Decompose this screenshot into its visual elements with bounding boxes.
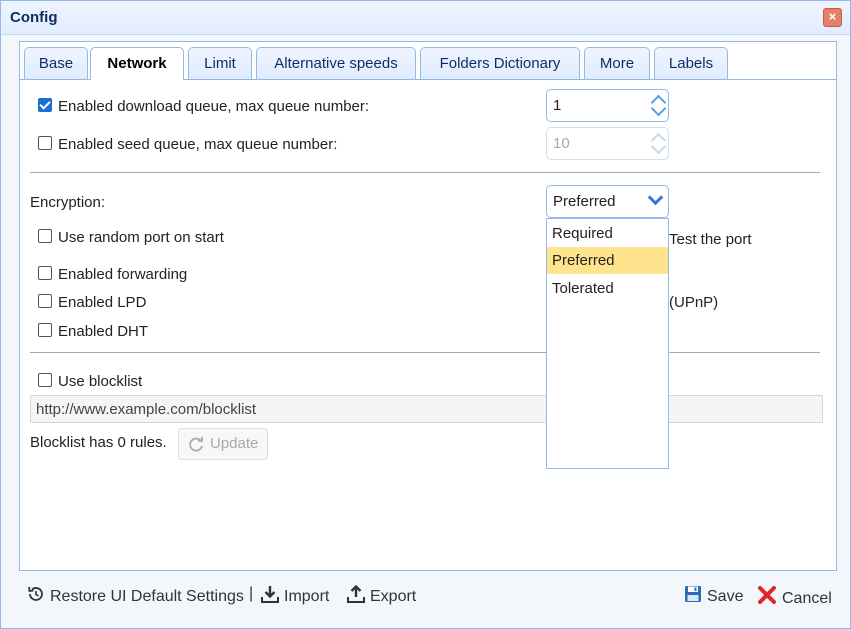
random-port-row: Use random port on start bbox=[38, 229, 224, 246]
random-port-label: Use random port on start bbox=[58, 229, 224, 246]
refresh-icon bbox=[189, 437, 203, 452]
random-port-checkbox[interactable] bbox=[38, 229, 52, 243]
forwarding-row: Enabled forwarding bbox=[38, 266, 187, 283]
encryption-selected-value: Preferred bbox=[553, 193, 616, 210]
save-button[interactable]: Save bbox=[684, 585, 743, 606]
seed-queue-spinner: 10 bbox=[546, 127, 669, 160]
tab-base[interactable]: Base bbox=[24, 47, 88, 79]
close-icon: × bbox=[828, 9, 837, 24]
seed-queue-row: Enabled seed queue, max queue number: bbox=[38, 136, 337, 153]
update-button: Update bbox=[178, 428, 268, 460]
cancel-icon bbox=[758, 586, 776, 604]
tab-folders-dictionary[interactable]: Folders Dictionary bbox=[420, 47, 580, 79]
import-icon bbox=[261, 586, 279, 603]
config-window: Config × Base Network Limit Alternative … bbox=[0, 0, 851, 629]
download-queue-spinner[interactable]: 1 bbox=[546, 89, 669, 122]
cancel-button[interactable]: Cancel bbox=[757, 585, 832, 608]
blocklist-url-value: http://www.example.com/blocklist bbox=[36, 401, 257, 418]
encryption-option-tolerated[interactable]: Tolerated bbox=[547, 275, 668, 302]
divider bbox=[30, 172, 820, 173]
footer-separator: | bbox=[249, 585, 254, 602]
cancel-label: Cancel bbox=[782, 590, 832, 607]
seed-queue-value: 10 bbox=[553, 135, 570, 152]
export-button[interactable]: Export bbox=[347, 585, 416, 606]
close-button[interactable]: × bbox=[823, 8, 842, 27]
blocklist-row: Use blocklist bbox=[38, 373, 142, 390]
dht-label: Enabled DHT bbox=[58, 323, 149, 340]
dht-checkbox[interactable] bbox=[38, 323, 52, 337]
lpd-checkbox[interactable] bbox=[38, 294, 52, 308]
forwarding-checkbox[interactable] bbox=[38, 266, 52, 280]
tab-more[interactable]: More bbox=[584, 47, 650, 79]
update-label: Update bbox=[210, 435, 259, 452]
download-queue-row: Enabled download queue, max queue number… bbox=[38, 98, 369, 115]
forwarding-label: Enabled forwarding bbox=[58, 266, 188, 283]
blocklist-url-input[interactable]: http://www.example.com/blocklist bbox=[30, 395, 823, 423]
titlebar[interactable]: Config × bbox=[1, 1, 850, 35]
upnp-label: (UPnP) bbox=[669, 294, 719, 311]
seed-queue-label: Enabled seed queue, max queue number: bbox=[58, 136, 338, 153]
download-queue-value: 1 bbox=[553, 97, 562, 114]
import-label: Import bbox=[284, 588, 330, 605]
restore-icon bbox=[28, 586, 43, 601]
encryption-option-preferred[interactable]: Preferred bbox=[547, 247, 668, 274]
tab-alternative-speeds[interactable]: Alternative speeds bbox=[256, 47, 416, 79]
seed-queue-checkbox[interactable] bbox=[38, 136, 52, 150]
lpd-label: Enabled LPD bbox=[58, 294, 147, 311]
floppy-disk-icon bbox=[685, 586, 701, 602]
encryption-option-required[interactable]: Required bbox=[547, 220, 668, 247]
restore-defaults-label: Restore UI Default Settings bbox=[50, 588, 244, 605]
encryption-dropdown[interactable]: Required Preferred Tolerated bbox=[546, 218, 669, 469]
dht-row: Enabled DHT bbox=[38, 323, 148, 340]
encryption-select[interactable]: Preferred bbox=[546, 185, 669, 218]
export-label: Export bbox=[370, 588, 417, 605]
test-port-link[interactable]: Test the port bbox=[669, 231, 752, 248]
restore-defaults-button[interactable]: Restore UI Default Settings bbox=[27, 585, 244, 606]
config-panel: Base Network Limit Alternative speeds Fo… bbox=[19, 41, 837, 571]
spinner-arrows[interactable] bbox=[650, 91, 667, 120]
import-button[interactable]: Import bbox=[261, 585, 329, 606]
tab-network[interactable]: Network bbox=[90, 47, 184, 80]
download-queue-checkbox[interactable] bbox=[38, 98, 52, 112]
window-title: Config bbox=[10, 9, 58, 26]
download-queue-label: Enabled download queue, max queue number… bbox=[58, 98, 370, 115]
lpd-row: Enabled LPD bbox=[38, 294, 146, 311]
chevron-down-icon[interactable] bbox=[647, 189, 664, 206]
tab-labels[interactable]: Labels bbox=[654, 47, 728, 79]
tab-bar: Base Network Limit Alternative speeds Fo… bbox=[20, 42, 836, 80]
divider bbox=[30, 352, 820, 353]
spinner-arrows bbox=[650, 129, 667, 158]
blocklist-label: Use blocklist bbox=[58, 373, 143, 390]
tab-limit[interactable]: Limit bbox=[188, 47, 252, 79]
save-label: Save bbox=[707, 588, 744, 605]
export-icon bbox=[347, 585, 365, 603]
blocklist-rules-text: Blocklist has 0 rules. bbox=[30, 434, 167, 451]
blocklist-checkbox[interactable] bbox=[38, 373, 52, 387]
encryption-label: Encryption: bbox=[30, 194, 106, 211]
